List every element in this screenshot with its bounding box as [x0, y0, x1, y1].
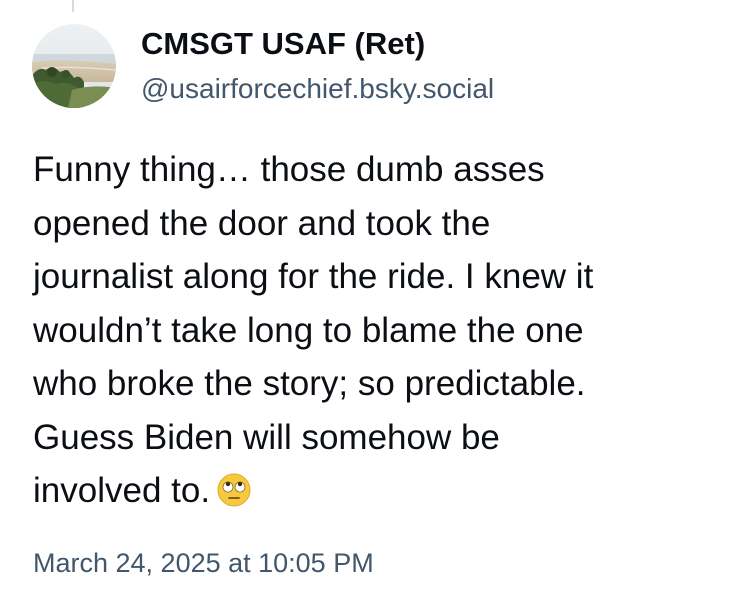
thread-connector-line — [72, 0, 74, 12]
face-with-rolling-eyes-icon — [216, 472, 252, 508]
avatar-beach-landscape-image — [32, 24, 116, 108]
post-text-line: involved to. — [33, 471, 211, 510]
author-handle[interactable]: @usairforcechief.bsky.social — [141, 70, 494, 108]
post-timestamp[interactable]: March 24, 2025 at 10:05 PM — [33, 545, 374, 581]
post-text-line: wouldn’t take long to blame the one — [33, 310, 584, 350]
post-text: Funny thing… those dumb asses opened the… — [33, 143, 733, 518]
post-text-line: who broke the story; so predictable. — [33, 364, 586, 403]
post-text-line: journalist along for the ride. I knew it — [33, 257, 594, 296]
author-display-name[interactable]: CMSGT USAF (Ret) — [141, 24, 425, 64]
post-text-line: opened the door and took the — [33, 203, 491, 243]
post-text-line: Funny thing… those dumb asses — [33, 150, 545, 189]
post-text-last-line: involved to. — [33, 464, 733, 518]
post-text-line: Guess Biden will somehow be — [33, 417, 500, 457]
post-card: CMSGT USAF (Ret) @usairforcechief.bsky.s… — [0, 0, 750, 600]
avatar[interactable] — [32, 24, 116, 108]
